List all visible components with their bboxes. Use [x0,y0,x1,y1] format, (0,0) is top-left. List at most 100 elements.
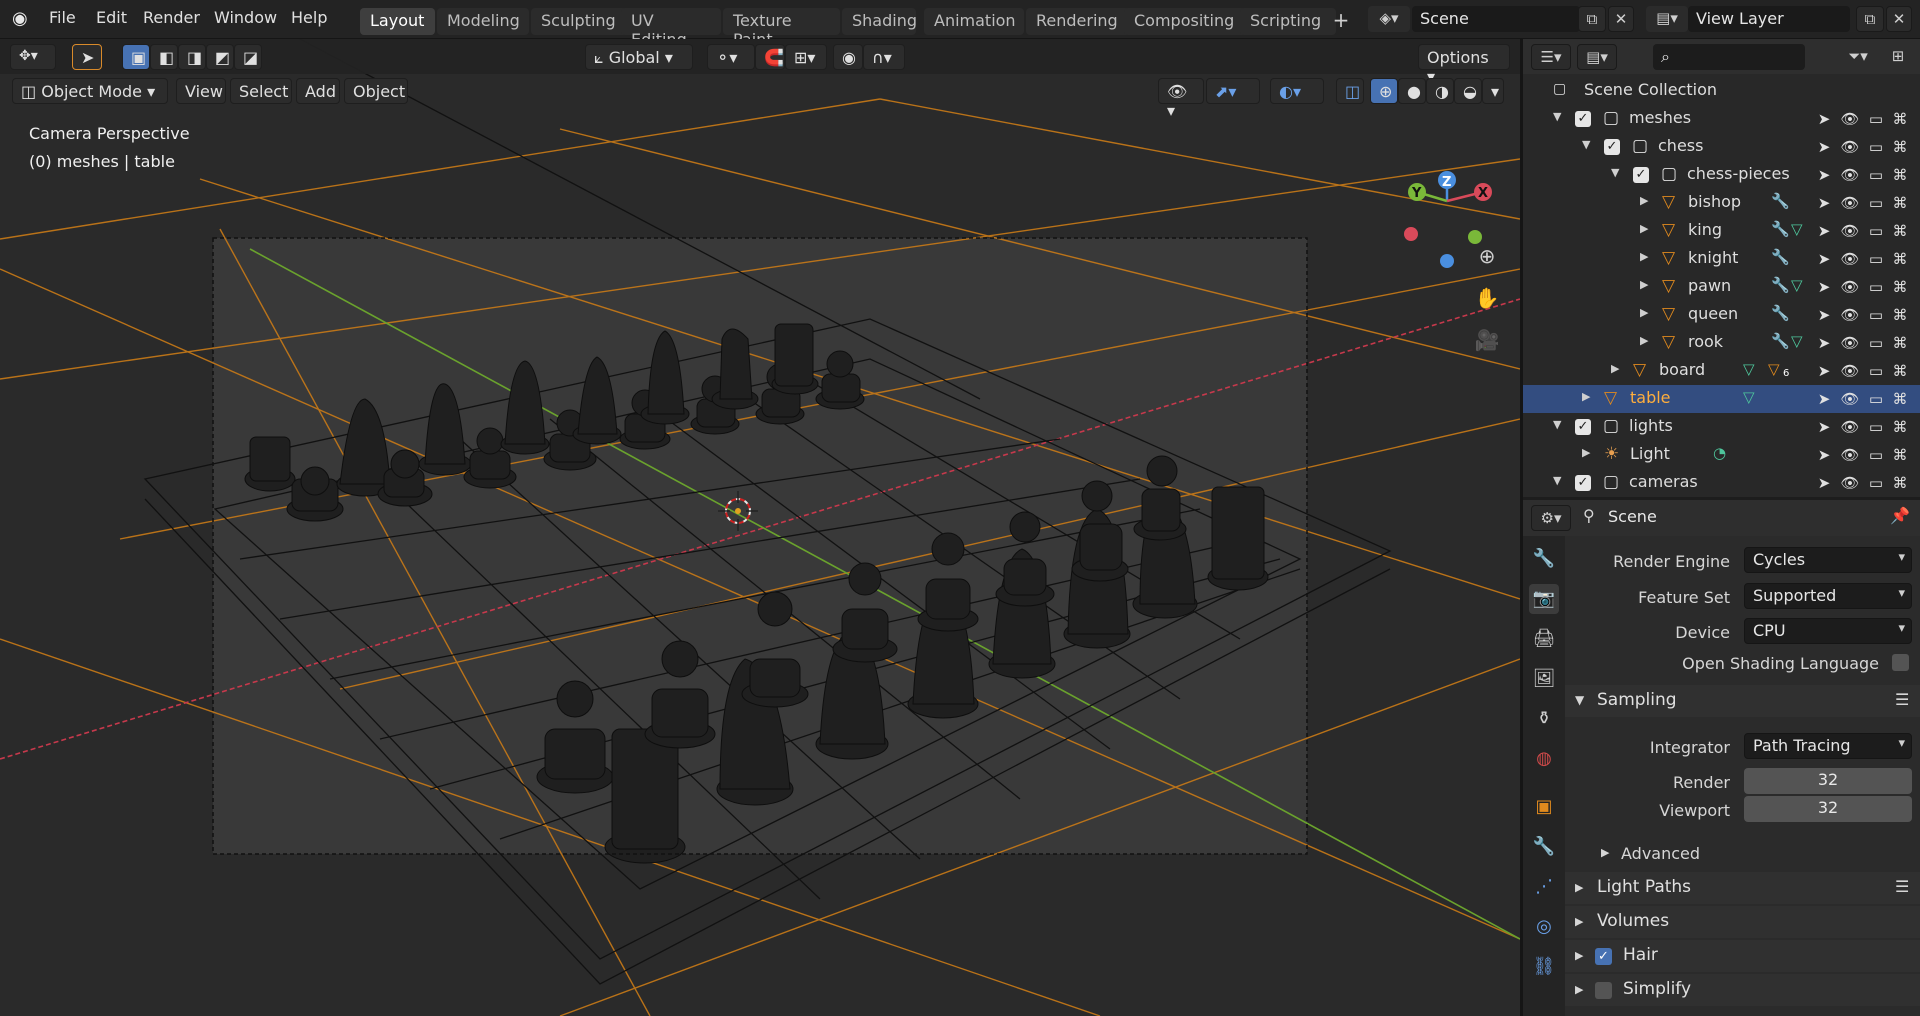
selectable-arrow-icon[interactable]: ➤ [1814,137,1834,157]
eye-icon[interactable]: 👁 [1840,193,1860,213]
render-camera-icon[interactable]: ⌘ [1890,137,1910,157]
selectable-arrow-icon[interactable]: ➤ [1814,389,1834,409]
chevron-down-icon[interactable]: ▼ [1553,474,1561,487]
selectable-arrow-icon[interactable]: ➤ [1814,445,1834,465]
eye-icon[interactable]: 👁 [1840,249,1860,269]
sampling-panel-header[interactable]: ▼ Sampling ☰ [1565,685,1920,717]
proportional-falloff-button[interactable]: ∩▾ [863,44,905,70]
menu-edit[interactable]: Edit [96,8,127,27]
chevron-right-icon[interactable]: ▶ [1640,250,1648,263]
presets-list-icon[interactable]: ☰ [1895,877,1909,896]
shading-solid-icon[interactable]: ● [1398,78,1426,104]
monitor-icon[interactable]: ▭ [1866,333,1886,353]
display-mode-icon[interactable]: ▤▾ [1577,44,1617,70]
outliner-row-scene-collection[interactable]: ▢ Scene Collection [1523,77,1920,105]
chevron-down-icon[interactable]: ▼ [1582,138,1590,151]
render-camera-icon[interactable]: ⌘ [1890,305,1910,325]
outliner-row-knight[interactable]: ▶ ▽ knight 🔧 ➤ 👁 ▭ ⌘ [1523,245,1920,273]
eye-icon[interactable]: 👁 [1840,389,1860,409]
monitor-icon[interactable]: ▭ [1866,417,1886,437]
tab-texture-paint[interactable]: Texture Paint [723,8,840,49]
modifier-wrench-icon[interactable]: 🔧 [1771,276,1790,294]
presets-list-icon[interactable]: ☰ [1895,690,1909,709]
monitor-icon[interactable]: ▭ [1866,109,1886,129]
camera-view-icon[interactable]: 🎥 [1472,328,1502,358]
chevron-right-icon[interactable]: ▶ [1582,446,1590,459]
pan-hand-icon[interactable]: ✋ [1472,286,1502,316]
material-icon[interactable]: ▽ [1768,360,1780,378]
snap-target-button[interactable]: ⊞▾ [785,44,827,70]
delete-scene-icon[interactable]: ✕ [1608,6,1634,32]
tab-scripting[interactable]: Scripting [1240,8,1336,35]
monitor-icon[interactable]: ▭ [1866,249,1886,269]
chevron-down-icon[interactable]: ▼ [1553,418,1561,431]
device-dropdown[interactable]: CPU ▾ [1744,618,1912,644]
mesh-data-icon[interactable]: ▽ [1791,220,1803,238]
collection-checkbox[interactable]: ✓ [1575,419,1591,435]
object-mode-dropdown[interactable]: ◫ Object Mode ▾ [12,78,168,104]
monitor-icon[interactable]: ▭ [1866,221,1886,241]
chevron-right-icon[interactable]: ▶ [1640,222,1648,235]
pin-icon[interactable]: 📌 [1890,506,1910,525]
eye-icon[interactable]: 👁 [1840,109,1860,129]
outliner-editor-type-icon[interactable]: ☰▾ [1531,44,1571,70]
collection-checkbox[interactable]: ✓ [1633,167,1649,183]
monitor-icon[interactable]: ▭ [1866,193,1886,213]
physics-tab-icon[interactable]: ◎ [1529,912,1559,942]
view-layer-tab-icon[interactable]: 🖼 [1529,664,1559,694]
monitor-icon[interactable]: ▭ [1866,389,1886,409]
render-camera-icon[interactable]: ⌘ [1890,277,1910,297]
view-layer-selector-icon[interactable]: ▤▾ [1646,6,1688,32]
outliner-row-chess-pieces[interactable]: ▼ ✓ ▢ chess-pieces ➤ 👁 ▭ ⌘ [1523,161,1920,189]
shading-rendered-icon[interactable]: ◒ [1454,78,1482,104]
selectable-arrow-icon[interactable]: ➤ [1814,249,1834,269]
menu-render[interactable]: Render [143,8,200,27]
gizmo-toggle-icon[interactable]: ⬈▾ [1206,78,1260,104]
tab-animation[interactable]: Animation [924,8,1024,35]
new-scene-icon[interactable]: ⧉ [1578,6,1606,32]
render-engine-dropdown[interactable]: Cycles ▾ [1744,547,1912,573]
monitor-icon[interactable]: ▭ [1866,473,1886,493]
osl-checkbox[interactable] [1892,654,1909,671]
collection-checkbox[interactable]: ✓ [1575,475,1591,491]
render-camera-icon[interactable]: ⌘ [1890,333,1910,353]
panel-light-paths[interactable]: ▶ Light Paths ☰ [1565,872,1920,904]
outliner-row-bishop[interactable]: ▶ ▽ bishop 🔧 ➤ 👁 ▭ ⌘ [1523,189,1920,217]
tab-shading[interactable]: Shading [842,8,917,35]
render-camera-icon[interactable]: ⌘ [1890,221,1910,241]
chevron-right-icon[interactable]: ▶ [1640,306,1648,319]
render-camera-icon[interactable]: ⌘ [1890,417,1910,437]
integrator-dropdown[interactable]: Path Tracing ▾ [1744,733,1912,759]
panel-enable-checkbox[interactable] [1595,982,1612,999]
select-mode-invert-icon[interactable]: ◩ [206,44,234,70]
pivot-point-button[interactable]: ⚬▾ [707,44,755,70]
modifier-wrench-icon[interactable]: 🔧 [1771,332,1790,350]
select-mode-intersect-icon[interactable]: ◪ [234,44,262,70]
shading-wireframe-icon[interactable]: ⊕ [1370,78,1398,104]
outliner-row-table[interactable]: ▶ ▽ table ▽ ➤ 👁 ▭ ⌘ [1523,385,1920,413]
selectable-arrow-icon[interactable]: ➤ [1814,333,1834,353]
tool-tab-icon[interactable]: 🔧 [1529,544,1559,574]
chevron-right-icon[interactable]: ▶ [1640,194,1648,207]
properties-editor-type-icon[interactable]: ⚙▾ [1531,505,1571,531]
panel-enable-checkbox[interactable]: ✓ [1595,948,1612,965]
add-workspace-button[interactable]: + [1330,8,1352,32]
modifier-wrench-icon[interactable]: 🔧 [1771,220,1790,238]
collection-checkbox[interactable]: ✓ [1604,139,1620,155]
eye-icon[interactable]: 👁 [1840,165,1860,185]
mesh-data-icon[interactable]: ▽ [1791,276,1803,294]
select-mode-extend-icon[interactable]: ◧ [150,44,178,70]
tab-sculpting[interactable]: Sculpting [531,8,629,35]
shading-material-icon[interactable]: ◑ [1426,78,1454,104]
outliner-row-board[interactable]: ▶ ▽ board ▽ ▽ 6 ➤ 👁 ▭ ⌘ [1523,357,1920,385]
render-camera-icon[interactable]: ⌘ [1890,445,1910,465]
chevron-right-icon[interactable]: ▶ [1640,278,1648,291]
advanced-subpanel[interactable]: ▶ Advanced [1593,842,1893,868]
visibility-toggle-icon[interactable]: 👁▾ [1158,78,1204,120]
chevron-right-icon[interactable]: ▶ [1640,334,1648,347]
menu-select[interactable]: Select [230,78,292,104]
outliner-row-king[interactable]: ▶ ▽ king 🔧 ▽ ➤ 👁 ▭ ⌘ [1523,217,1920,245]
world-tab-icon[interactable]: ◍ [1529,744,1559,774]
panel-simplify[interactable]: ▶ Simplify [1565,974,1920,1006]
monitor-icon[interactable]: ▭ [1866,277,1886,297]
